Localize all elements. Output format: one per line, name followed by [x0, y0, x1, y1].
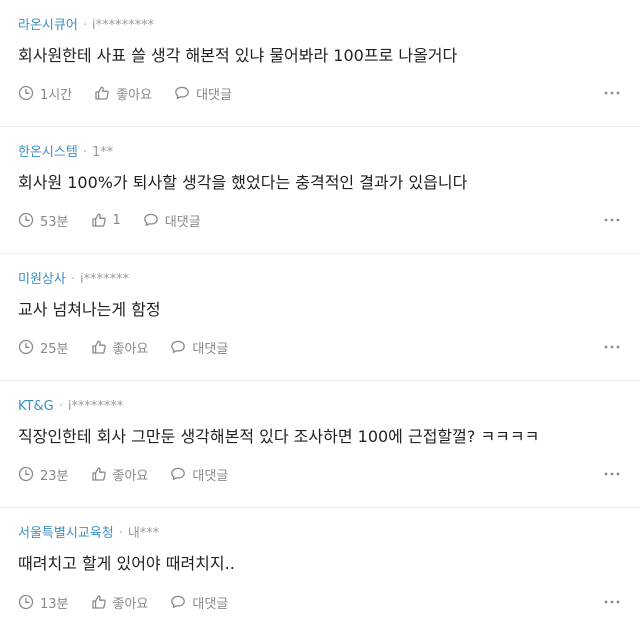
company-name[interactable]: 서울특별시교육청 [18, 525, 114, 543]
comment-item: KT&G · i******** 직장인한테 회사 그만둔 생각해본적 있다 조… [0, 381, 640, 508]
time-label: 25분 [40, 341, 69, 357]
company-name[interactable]: 라온시큐어 [18, 17, 78, 35]
like-button[interactable]: 좋아요 [91, 465, 149, 484]
comment-meta: 미원상사 · i******* [18, 271, 622, 289]
more-options-button[interactable] [602, 84, 622, 102]
clock-icon [18, 339, 34, 355]
like-button[interactable]: 1 [91, 212, 121, 228]
timestamp: 25분 [18, 338, 69, 357]
comment-text: 회사원 100%가 퇴사할 생각을 했었다는 충격적인 결과가 있읍니다 [18, 173, 468, 192]
comment-meta: KT&G · i******** [18, 398, 622, 416]
more-horizontal-icon [604, 600, 620, 604]
speech-bubble-icon [171, 467, 186, 481]
comment-meta: 한온시스템 · 1** [18, 144, 622, 162]
comment-item: 한온시스템 · 1** 회사원 100%가 퇴사할 생각을 했었다는 충격적인 … [0, 127, 640, 254]
speech-bubble-icon [171, 340, 186, 354]
time-label: 53분 [40, 214, 69, 230]
reply-button[interactable]: 대댓글 [170, 338, 228, 357]
like-label: 좋아요 [112, 468, 149, 484]
like-label: 좋아요 [112, 596, 149, 612]
timestamp: 53분 [18, 211, 69, 230]
reply-button[interactable]: 대댓글 [174, 84, 232, 103]
author-id: 1** [91, 145, 114, 160]
author-id: i******* [79, 272, 130, 287]
more-options-button[interactable] [602, 465, 622, 483]
speech-bubble-icon [171, 595, 186, 609]
reply-label: 대댓글 [192, 341, 229, 357]
like-label: 좋아요 [116, 87, 153, 103]
more-horizontal-icon [604, 345, 620, 349]
like-label: 좋아요 [112, 341, 149, 357]
comment-item: 라온시큐어 · i********* 회사원한테 사표 쓸 생각 해본적 있냐 … [0, 0, 640, 127]
reply-button[interactable]: 대댓글 [170, 593, 228, 612]
company-name[interactable]: 한온시스템 [18, 144, 78, 162]
timestamp: 13분 [18, 593, 69, 612]
reply-button[interactable]: 대댓글 [143, 211, 201, 230]
comment-meta: 라온시큐어 · i********* [18, 17, 622, 35]
comment-actions: 23분 좋아요 대댓글 [18, 465, 622, 484]
comment-actions: 53분 1 대댓글 [18, 211, 622, 230]
time-label: 1시간 [40, 87, 73, 103]
comment-text: 때려치고 할게 있어야 때려치지.. [18, 554, 235, 573]
comment-text: 직장인한테 회사 그만둔 생각해본적 있다 조사하면 100에 근접할껄? ㅋㅋ… [18, 427, 540, 446]
comment-text: 교사 넘쳐나는게 함정 [18, 300, 161, 319]
company-name[interactable]: 미원상사 [18, 271, 66, 289]
comment-actions: 13분 좋아요 대댓글 [18, 593, 622, 612]
comment-text: 회사원한테 사표 쓸 생각 해본적 있냐 물어봐라 100프로 나올거다 [18, 46, 458, 65]
more-horizontal-icon [604, 218, 620, 222]
more-options-button[interactable] [602, 338, 622, 356]
like-count: 1 [112, 212, 121, 228]
comment-item: 서울특별시교육청 · 내*** 때려치고 할게 있어야 때려치지.. 13분 좋… [0, 508, 640, 635]
author-id: 내*** [127, 526, 160, 541]
author-id: i******** [67, 399, 124, 414]
comment-actions: 1시간 좋아요 대댓글 [18, 84, 622, 103]
thumbs-up-icon [91, 595, 106, 609]
speech-bubble-icon [143, 213, 158, 227]
comment-list: 라온시큐어 · i********* 회사원한테 사표 쓸 생각 해본적 있냐 … [0, 0, 640, 635]
more-options-button[interactable] [602, 211, 622, 229]
like-button[interactable]: 좋아요 [94, 84, 152, 103]
reply-label: 대댓글 [196, 87, 232, 103]
thumbs-up-icon [95, 86, 109, 100]
reply-button[interactable]: 대댓글 [170, 465, 228, 484]
more-horizontal-icon [604, 472, 620, 476]
reply-label: 대댓글 [192, 468, 229, 484]
meta-separator: · [58, 399, 63, 414]
meta-separator: · [82, 145, 87, 160]
time-label: 13분 [40, 596, 69, 612]
clock-icon [18, 466, 34, 482]
timestamp: 1시간 [18, 84, 72, 103]
clock-icon [18, 594, 34, 610]
time-label: 23분 [40, 468, 69, 484]
reply-label: 대댓글 [192, 596, 229, 612]
thumbs-up-icon [91, 467, 106, 481]
reply-label: 대댓글 [164, 214, 201, 230]
comment-actions: 25분 좋아요 대댓글 [18, 338, 622, 357]
author-id: i********* [91, 18, 155, 33]
thumbs-up-icon [91, 213, 106, 227]
meta-separator: · [118, 526, 123, 541]
company-name[interactable]: KT&G [18, 398, 54, 416]
clock-icon [18, 85, 34, 101]
comment-meta: 서울특별시교육청 · 내*** [18, 525, 622, 543]
thumbs-up-icon [91, 340, 106, 354]
clock-icon [18, 212, 34, 228]
speech-bubble-icon [175, 86, 189, 100]
more-options-button[interactable] [602, 593, 622, 611]
meta-separator: · [82, 18, 87, 33]
timestamp: 23분 [18, 465, 69, 484]
meta-separator: · [70, 272, 75, 287]
like-button[interactable]: 좋아요 [91, 338, 149, 357]
more-horizontal-icon [604, 91, 620, 95]
like-button[interactable]: 좋아요 [91, 593, 149, 612]
comment-item: 미원상사 · i******* 교사 넘쳐나는게 함정 25분 좋아요 대댓글 [0, 254, 640, 381]
